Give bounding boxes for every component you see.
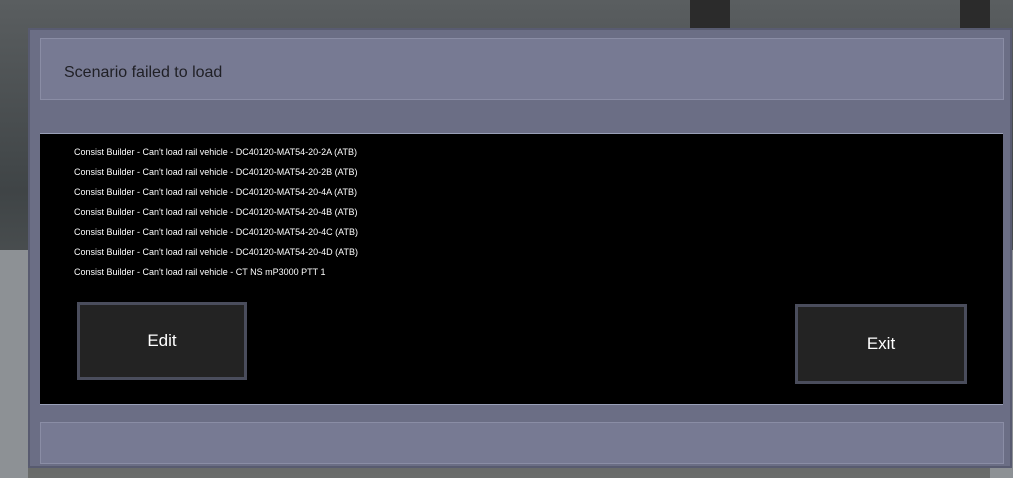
error-message-panel: Consist Builder - Can't load rail vehicl… [40,133,1003,405]
error-message: Consist Builder - Can't load rail vehicl… [74,187,357,197]
error-dialog: Scenario failed to load Consist Builder … [28,28,1012,468]
dialog-title: Scenario failed to load [64,64,223,81]
exit-button[interactable]: Exit [795,304,967,384]
error-message: Consist Builder - Can't load rail vehicl… [74,227,358,237]
error-message: Consist Builder - Can't load rail vehicl… [74,247,358,257]
error-message: Consist Builder - Can't load rail vehicl… [74,267,326,277]
edit-button[interactable]: Edit [77,302,247,380]
error-message-list: Consist Builder - Can't load rail vehicl… [74,147,358,287]
error-message: Consist Builder - Can't load rail vehicl… [74,167,358,177]
dialog-footer-bar [40,422,1004,464]
dialog-title-bar: Scenario failed to load [40,38,1004,100]
background-pillar [960,0,990,30]
background-pillar [690,0,730,30]
background-platform [0,250,28,478]
error-message: Consist Builder - Can't load rail vehicl… [74,207,358,217]
error-message: Consist Builder - Can't load rail vehicl… [74,147,357,157]
